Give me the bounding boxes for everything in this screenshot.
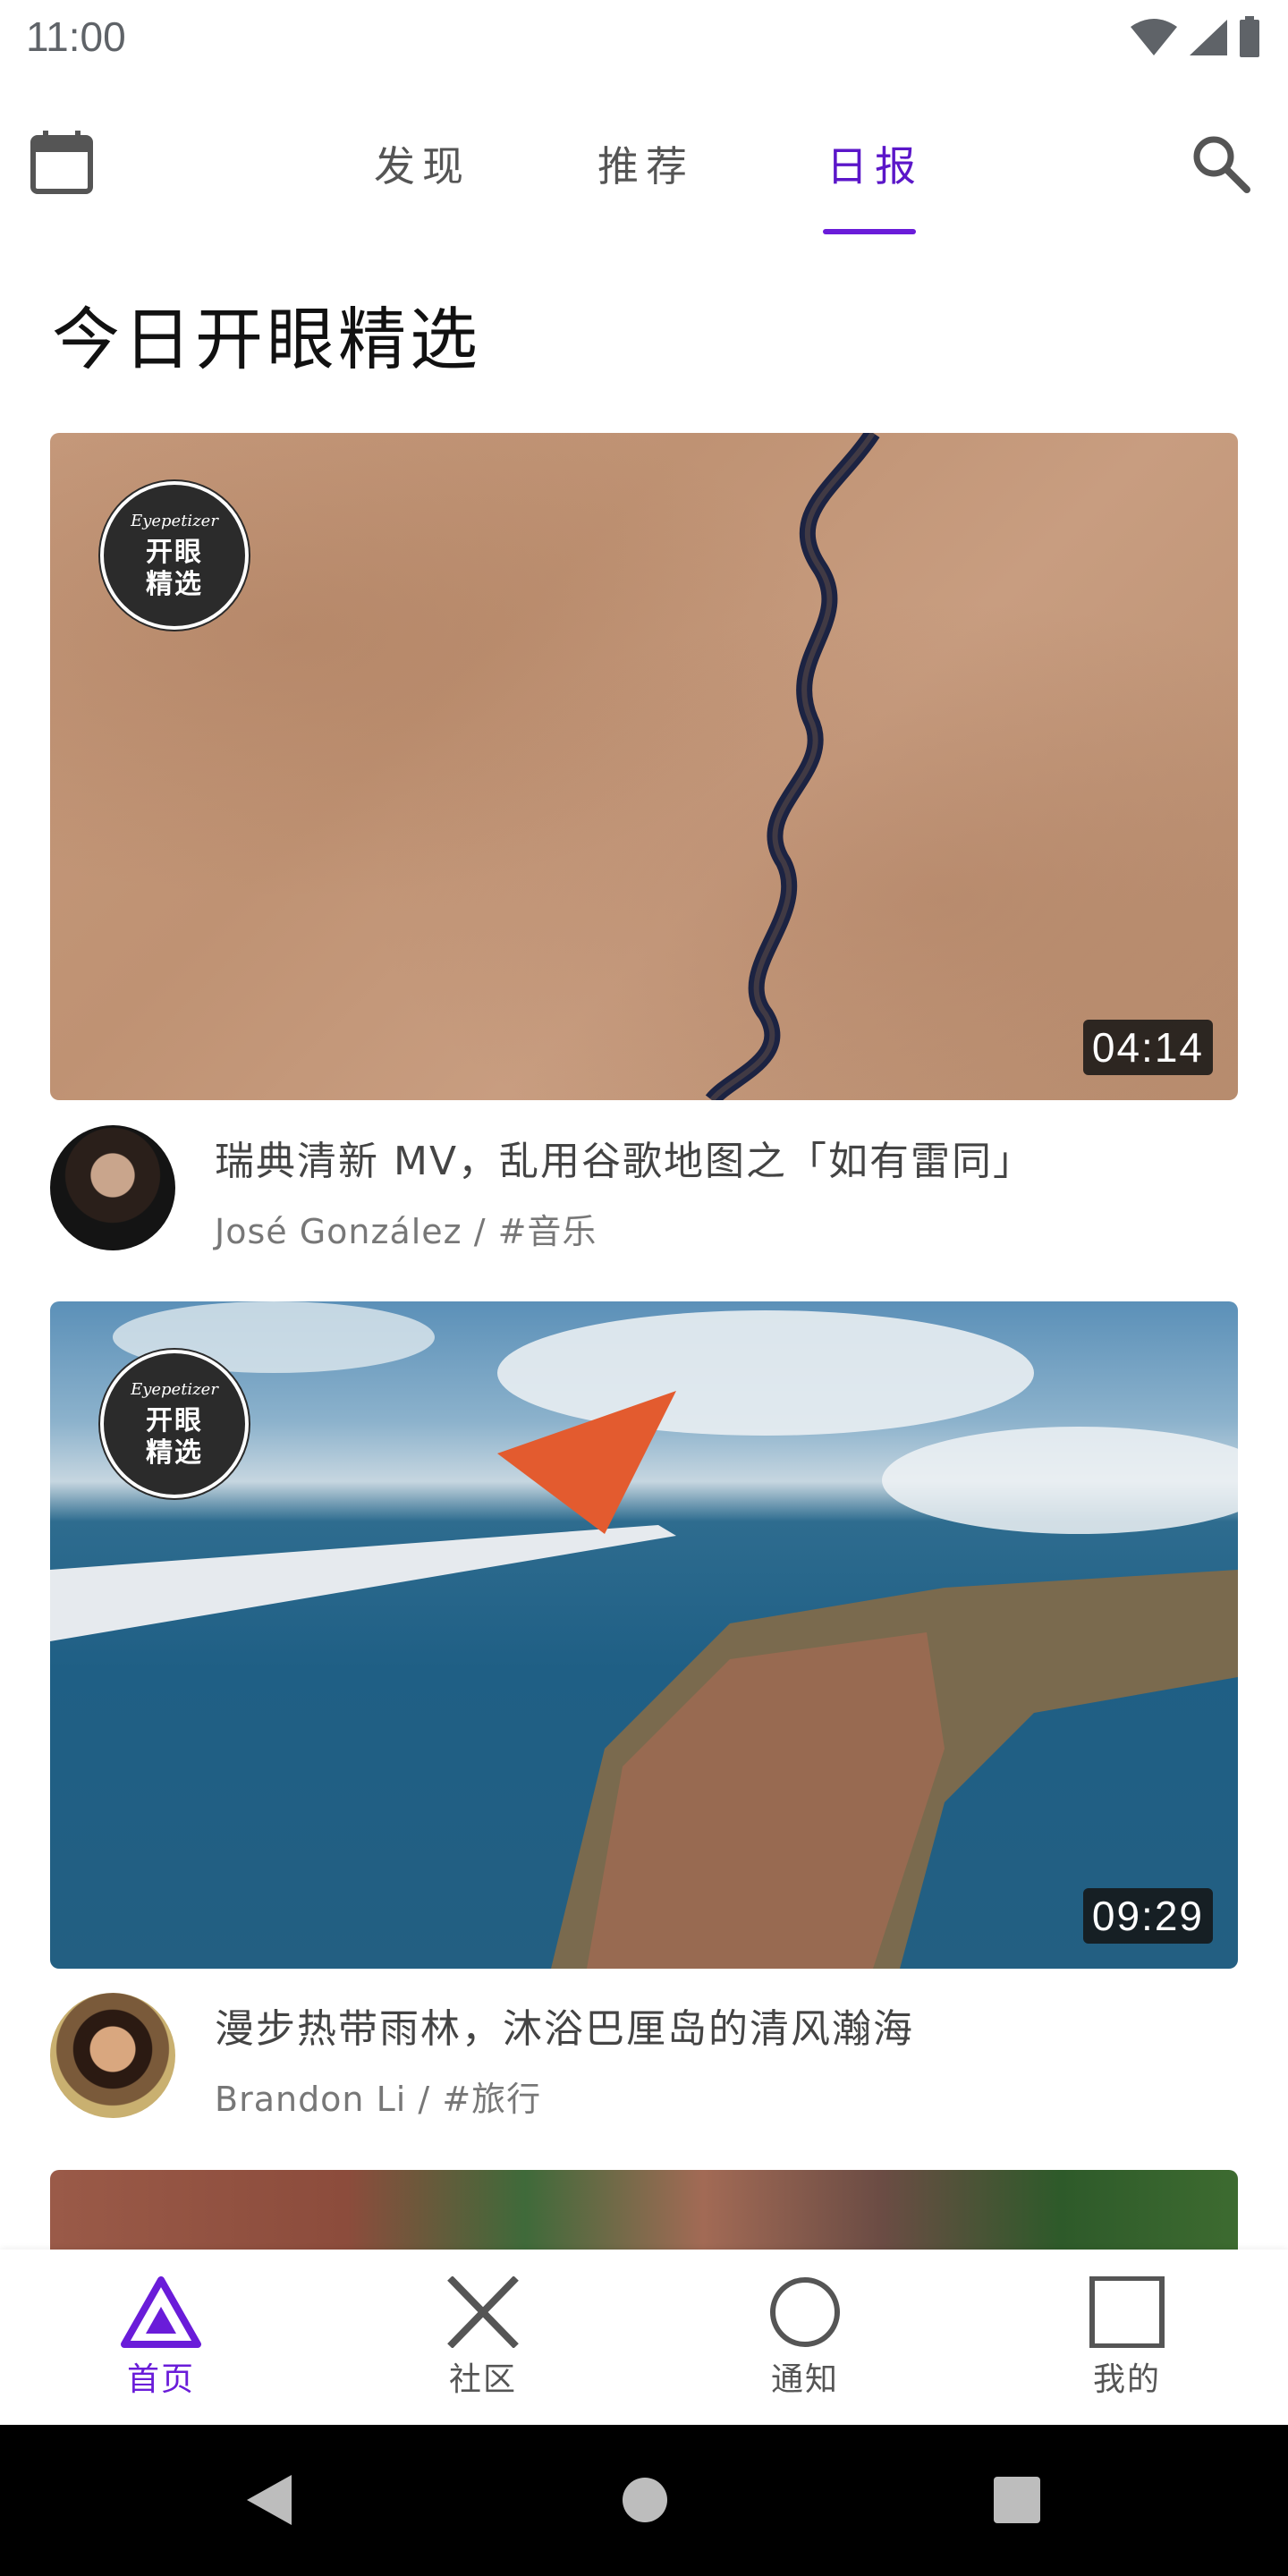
- circle-icon: [770, 2277, 840, 2347]
- bottom-nav-mine[interactable]: 我的: [1055, 2276, 1199, 2400]
- tab-daily[interactable]: 日报: [826, 134, 923, 193]
- calendar-icon[interactable]: [29, 129, 95, 195]
- video-meta: Brandon Li / #旅行: [215, 2072, 541, 2121]
- bottom-nav-label: 通知: [770, 2361, 839, 2398]
- video-thumbnail[interactable]: Eyepetizer 开眼 精选 09:29: [50, 1301, 1238, 1969]
- badge-brand: Eyepetizer: [131, 1380, 218, 1399]
- recent-apps-icon[interactable]: [993, 2476, 1041, 2524]
- badge-text: 开眼 精选: [104, 1405, 245, 1470]
- video-tag[interactable]: #音乐: [498, 1212, 597, 1251]
- system-nav-bar: [0, 2425, 1288, 2576]
- badge-brand: Eyepetizer: [131, 512, 218, 530]
- top-nav: 发现 推荐 日报: [0, 107, 1288, 242]
- badge-line2: 精选: [146, 1437, 203, 1469]
- video-meta: José González / #音乐: [215, 1204, 597, 1253]
- bottom-nav-home[interactable]: 首页: [89, 2276, 233, 2400]
- badge-line1: 开眼: [146, 537, 203, 568]
- status-bar: 11:00: [0, 0, 1288, 80]
- video-duration: 04:14: [1082, 1020, 1213, 1075]
- page-title: 今日开眼精选: [52, 300, 481, 379]
- back-icon[interactable]: [243, 2473, 293, 2527]
- badge-line2: 精选: [146, 569, 203, 600]
- tab-discover[interactable]: 发现: [374, 134, 470, 193]
- video-thumbnail[interactable]: Eyepetizer 开眼 精选 04:14: [50, 433, 1238, 1100]
- bottom-nav-notifications[interactable]: 通知: [733, 2276, 877, 2400]
- home-icon[interactable]: [622, 2477, 668, 2523]
- video-title[interactable]: 漫步热带雨林，沐浴巴厘岛的清风瀚海: [215, 1996, 914, 2054]
- meta-separator: /: [418, 2080, 443, 2119]
- video-tag[interactable]: #旅行: [442, 2080, 541, 2119]
- author-avatar[interactable]: [50, 1993, 175, 2118]
- badge-line1: 开眼: [146, 1405, 203, 1436]
- author-avatar[interactable]: [50, 1125, 175, 1250]
- eyepetizer-badge: Eyepetizer 开眼 精选: [100, 481, 249, 630]
- square-icon: [1089, 2276, 1165, 2348]
- bottom-nav: 首页 社区 通知 我的: [0, 2250, 1288, 2425]
- cellular-signal-icon: [1190, 20, 1227, 55]
- bottom-nav-label: 我的: [1092, 2361, 1161, 2398]
- triangle-icon: [121, 2276, 201, 2348]
- battery-icon: [1240, 16, 1259, 57]
- video-author[interactable]: Brandon Li: [215, 2080, 406, 2119]
- wifi-icon: [1131, 19, 1177, 55]
- search-icon[interactable]: [1190, 132, 1252, 195]
- bottom-nav-label: 社区: [448, 2361, 517, 2398]
- bottom-nav-label: 首页: [126, 2361, 195, 2398]
- meta-separator: /: [473, 1212, 498, 1251]
- video-author[interactable]: José González: [215, 1212, 462, 1251]
- badge-text: 开眼 精选: [104, 537, 245, 601]
- cross-icon: [447, 2276, 519, 2348]
- tab-recommend[interactable]: 推荐: [597, 134, 694, 193]
- bottom-nav-community[interactable]: 社区: [411, 2276, 555, 2400]
- eyepetizer-badge: Eyepetizer 开眼 精选: [100, 1350, 249, 1498]
- status-time: 11:00: [26, 13, 126, 60]
- status-icons: [1129, 16, 1261, 57]
- active-tab-indicator: [823, 229, 916, 234]
- video-duration: 09:29: [1082, 1888, 1213, 1944]
- video-title[interactable]: 瑞典清新 MV，乱用谷歌地图之「如有雷同」: [215, 1129, 1034, 1186]
